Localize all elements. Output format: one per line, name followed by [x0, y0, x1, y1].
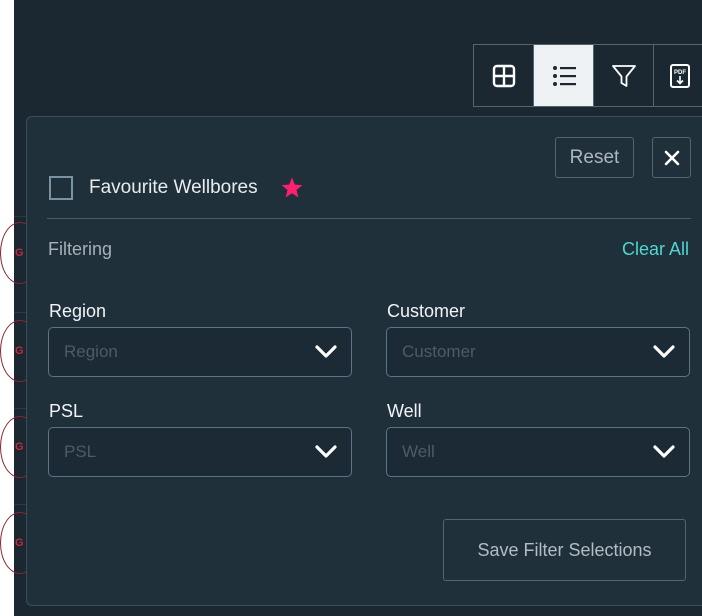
chevron-down-icon: [315, 345, 337, 358]
chevron-down-icon: [653, 445, 675, 458]
psl-select[interactable]: PSL: [48, 427, 352, 477]
pdf-download-icon: PDF: [669, 63, 690, 88]
close-icon: [664, 150, 679, 165]
close-button[interactable]: [652, 137, 691, 178]
region-placeholder: Region: [64, 342, 118, 361]
save-filter-selections-button[interactable]: Save Filter Selections: [443, 519, 686, 581]
chevron-down-icon: [653, 345, 675, 358]
region-select[interactable]: Region: [48, 327, 352, 377]
list-view-button[interactable]: [534, 45, 594, 106]
favourite-wellbores-label: Favourite Wellbores: [89, 177, 258, 198]
psl-label: PSL: [49, 401, 84, 421]
customer-placeholder: Customer: [402, 342, 476, 361]
pdf-icon-text: PDF: [674, 70, 686, 76]
customer-label: Customer: [387, 301, 466, 321]
well-label: Well: [387, 401, 422, 421]
grid-view-button[interactable]: [474, 45, 534, 106]
well-placeholder: Well: [402, 442, 435, 461]
badge-text: G: [15, 247, 24, 259]
favourite-wellbores-checkbox[interactable]: [49, 176, 73, 200]
divider: [47, 218, 691, 219]
favourite-wellbores-row: Favourite Wellbores: [49, 174, 304, 202]
badge-text: G: [15, 537, 24, 549]
region-label: Region: [49, 301, 107, 321]
filter-button[interactable]: [594, 45, 654, 106]
filter-icon: [611, 64, 636, 87]
reset-button[interactable]: Reset: [555, 137, 634, 178]
well-select[interactable]: Well: [386, 427, 690, 477]
badge-text: G: [15, 441, 24, 453]
grid-view-icon: [492, 64, 515, 87]
pdf-download-button[interactable]: PDF: [654, 45, 702, 106]
filter-panel: Reset Favourite Wellbores Filtering Clea…: [26, 116, 702, 606]
clear-all-link[interactable]: Clear All: [622, 239, 689, 260]
customer-select[interactable]: Customer: [386, 327, 690, 377]
view-toolbar: PDF: [473, 44, 702, 107]
filtering-section-label: Filtering: [48, 239, 113, 259]
chevron-down-icon: [315, 445, 337, 458]
badge-text: G: [15, 345, 24, 357]
psl-placeholder: PSL: [64, 442, 97, 461]
list-view-icon: [552, 65, 576, 86]
star-icon: [280, 176, 304, 200]
